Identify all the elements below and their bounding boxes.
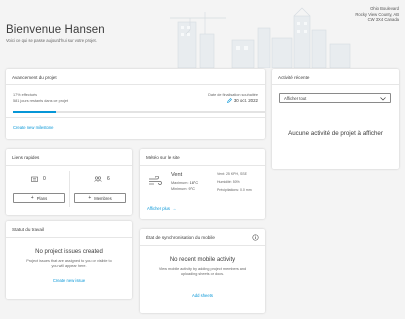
project-address: Ohio Boulevard Rocky View County, AB CW … <box>355 6 399 23</box>
address-line: CW 3X4 Canada <box>367 17 399 23</box>
project-progress-fill <box>13 111 56 113</box>
card-title: Statut du travail <box>12 227 44 232</box>
activity-filter-value: Afficher tout <box>284 95 307 101</box>
weather-more-link[interactable]: Afficher plus → <box>147 206 176 211</box>
recent-activity-card: Activité récente Afficher tout Aucune ac… <box>272 69 399 169</box>
members-button-label: Membres <box>94 195 112 201</box>
pencil-icon <box>226 98 232 103</box>
divider <box>140 245 265 246</box>
plus-icon: + <box>88 195 92 201</box>
plans-button[interactable]: + Plans <box>13 193 65 203</box>
activity-filter-select[interactable]: Afficher tout <box>279 93 391 103</box>
mobile-sync-empty-title: No recent mobile activity <box>169 257 236 263</box>
members-button[interactable]: + Membres <box>74 193 126 203</box>
weather-min-value: 9°C <box>188 187 195 191</box>
work-status-empty-title: No project issues created <box>35 249 103 255</box>
mobile-sync-card: État de synchronisation du mobile No rec… <box>140 229 265 313</box>
work-status-empty-text: Project issues that are assigned to you … <box>26 259 112 268</box>
end-date-label: Date de finalisation souhaitée <box>208 93 258 97</box>
members-icon <box>94 176 102 182</box>
weather-max-value: 18°C <box>189 181 199 185</box>
plans-button-label: Plans <box>36 195 48 201</box>
card-title: État de synchronisation du mobile <box>146 235 215 240</box>
weather-wind: Vent: 25 KPH, SSE <box>217 172 247 176</box>
divider <box>6 237 132 238</box>
divider <box>69 171 70 207</box>
page-title: Bienvenue Hansen <box>6 24 105 36</box>
sheets-icon <box>31 176 38 182</box>
info-icon[interactable] <box>252 234 259 241</box>
card-title: Météo sur le site <box>146 155 180 160</box>
plus-icon: + <box>30 195 34 201</box>
weather-max-label: Maximum: <box>171 181 189 185</box>
weather-precipitation: Précipitations: 0.0 mm <box>217 188 252 192</box>
site-weather-card: Météo sur le site Vent Maximum: 18°C Min… <box>140 149 265 219</box>
mobile-sync-empty-text: View mobile activity by adding project m… <box>158 267 247 276</box>
activity-empty-text: Aucune activité de projet à afficher <box>288 130 383 137</box>
percent-complete-text: 17% effectués <box>13 93 37 97</box>
quick-links-card: Liens rapides 0 6 + Plans + Membres <box>6 149 132 215</box>
card-title: Avancement du projet <box>12 75 57 80</box>
weather-max: Maximum: 18°C <box>171 181 198 185</box>
weather-condition: Vent <box>171 172 183 178</box>
page-subtitle: Voici ce qui se passe aujourd'hui sur vo… <box>6 38 97 43</box>
create-issue-link[interactable]: Create new issue <box>6 278 132 283</box>
end-date-value: 30 oct. 2022 <box>233 98 258 103</box>
plans-count: 0 <box>31 176 46 182</box>
add-sheets-link[interactable]: Add sheets <box>140 293 265 298</box>
divider <box>6 117 265 118</box>
weather-humidity: Humidité: 50% <box>217 180 240 184</box>
days-left-text: 581 jours restants dans ce projet <box>13 99 69 103</box>
create-milestone-link[interactable]: Create new milestone <box>13 125 54 130</box>
weather-min: Minimum: 9°C <box>171 187 195 191</box>
work-status-card: Statut du travail No project issues crea… <box>6 221 132 299</box>
divider <box>6 165 132 166</box>
card-title: Activité récente <box>278 75 310 80</box>
card-title: Liens rapides <box>12 155 40 160</box>
divider <box>272 84 399 85</box>
project-progress-bar <box>13 111 265 113</box>
members-count: 6 <box>94 176 110 182</box>
members-count-value: 6 <box>107 176 110 182</box>
arrow-right-icon: → <box>171 206 177 211</box>
chevron-down-icon <box>380 97 386 101</box>
project-progress-card: Avancement du projet 17% effectués 581 j… <box>6 69 265 139</box>
weather-more-label: Afficher plus <box>147 206 170 211</box>
divider <box>6 84 265 85</box>
weather-min-label: Minimum: <box>171 187 188 191</box>
end-date[interactable]: 30 oct. 2022 <box>226 98 258 103</box>
plans-count-value: 0 <box>43 176 46 182</box>
divider <box>140 165 265 166</box>
wind-icon <box>149 176 162 185</box>
